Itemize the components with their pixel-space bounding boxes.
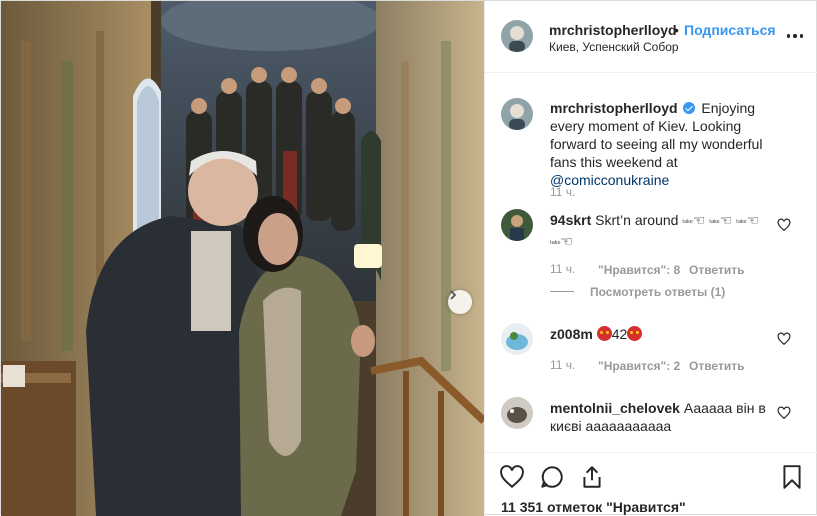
- comment-likes[interactable]: "Нравится": 2: [598, 359, 680, 373]
- follow-button[interactable]: Подписаться: [684, 22, 776, 38]
- bookmark-icon[interactable]: [779, 464, 805, 490]
- carousel-next-button[interactable]: [448, 290, 472, 314]
- photo-illustration: [1, 1, 484, 516]
- post-photo[interactable]: [1, 1, 484, 516]
- comment-emoji-text: ᵗᵃᵏᵉ: [736, 218, 747, 227]
- more-options-icon[interactable]: [785, 29, 805, 43]
- comment-text: 94skrt Skrt’n around ᵗᵃᵏᵉ☜ ᵗᵃᵏᵉ☜ ᵗᵃᵏᵉ☜ ᵗ…: [550, 211, 770, 253]
- comment-text: mentolnii_chelovek Аааааа він в києві аа…: [550, 399, 770, 435]
- pointing-hand-icon: ☜: [746, 212, 760, 228]
- pointing-hand-icon: ☜: [719, 212, 733, 228]
- chevron-right-icon: [450, 290, 457, 300]
- verified-badge-icon: [683, 102, 696, 114]
- reply-button[interactable]: Ответить: [689, 263, 744, 277]
- comment-avatar[interactable]: [501, 323, 533, 355]
- post-location[interactable]: Киев, Успенский Собор: [549, 40, 679, 54]
- reply-button[interactable]: Ответить: [689, 359, 744, 373]
- post-actions: 11 351 отметок "Нравится": [485, 452, 817, 516]
- comment-username[interactable]: 94skrt: [550, 212, 591, 228]
- comment-text: z008m 42: [550, 325, 770, 343]
- devil-emoji-icon: [596, 326, 612, 341]
- post-sidebar: mrchristopherlloyd • Подписаться Киев, У…: [484, 1, 817, 516]
- caption-avatar[interactable]: [501, 98, 533, 130]
- likes-count[interactable]: 11 351 отметок "Нравится": [501, 499, 686, 515]
- comment-emoji-text: ᵗᵃᵏᵉ: [682, 218, 693, 227]
- comment-likes[interactable]: "Нравится": 8: [598, 263, 680, 277]
- comment-username[interactable]: z008m: [550, 326, 593, 342]
- author-username[interactable]: mrchristopherlloyd: [549, 22, 677, 38]
- share-icon[interactable]: [579, 464, 605, 490]
- view-replies-line: [550, 291, 574, 292]
- devil-emoji-icon: [627, 326, 643, 341]
- post-caption: mrchristopherlloyd Enjoying every moment…: [550, 99, 790, 189]
- caption-username[interactable]: mrchristopherlloyd: [550, 100, 678, 116]
- comment-number: 42: [611, 326, 628, 342]
- comments-list[interactable]: mrchristopherlloyd Enjoying every moment…: [485, 74, 817, 451]
- like-comment-heart-icon[interactable]: [777, 332, 791, 346]
- comment-emoji-text: ᵗᵃᵏᵉ: [709, 218, 720, 227]
- like-comment-heart-icon[interactable]: [777, 406, 791, 420]
- pointing-hand-icon: ☜: [560, 233, 573, 249]
- instagram-post: mrchristopherlloyd • Подписаться Киев, У…: [0, 0, 817, 516]
- author-avatar[interactable]: [501, 20, 533, 52]
- pointing-hand-icon: ☜: [692, 212, 706, 228]
- comment-avatar[interactable]: [501, 397, 533, 429]
- comment-username[interactable]: mentolnii_chelovek: [550, 400, 680, 416]
- comment-icon[interactable]: [539, 464, 565, 490]
- comment-time[interactable]: 11 ч.: [550, 358, 575, 372]
- post-header: mrchristopherlloyd • Подписаться Киев, У…: [485, 1, 817, 73]
- comment-avatar[interactable]: [501, 209, 533, 241]
- comment-time[interactable]: 11 ч.: [550, 262, 575, 276]
- like-comment-heart-icon[interactable]: [777, 218, 791, 232]
- heart-icon[interactable]: [499, 464, 525, 490]
- caption-time[interactable]: 11 ч.: [550, 185, 575, 199]
- header-separator: •: [674, 22, 679, 38]
- comment-body: Skrt’n around: [595, 212, 679, 228]
- view-replies-button[interactable]: Посмотреть ответы (1): [590, 285, 725, 299]
- comment-emoji-text: ᵗᵃᵏᵉ: [550, 239, 561, 248]
